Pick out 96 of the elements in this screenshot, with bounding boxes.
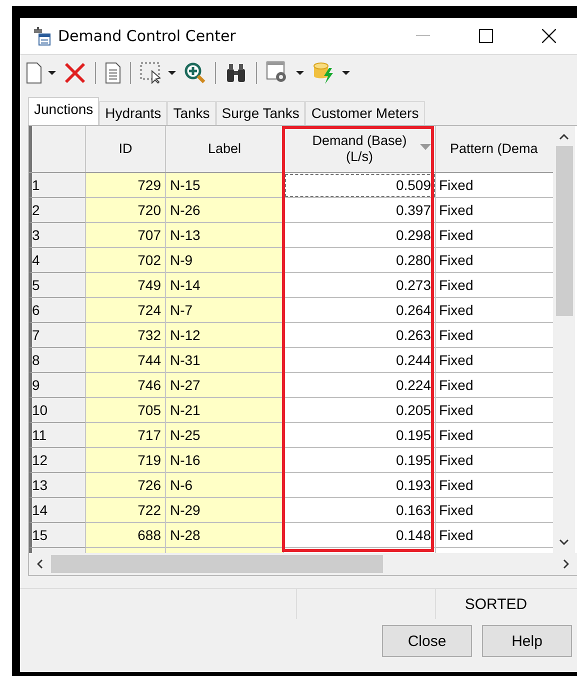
table-cell[interactable]: 0.273	[284, 273, 436, 298]
table-cell[interactable]: 0.193	[284, 473, 436, 498]
tab[interactable]: Tanks	[167, 101, 216, 125]
scroll-up-icon[interactable]	[559, 134, 569, 140]
vertical-scrollbar[interactable]	[553, 126, 575, 553]
binoculars-icon[interactable]	[225, 63, 247, 83]
row-number-cell[interactable]: 13	[29, 473, 86, 498]
new-document-icon[interactable]	[26, 62, 42, 84]
table-cell: 720	[86, 198, 166, 223]
table-cell[interactable]: 0.280	[284, 248, 436, 273]
table-cell: N-21	[166, 398, 284, 423]
tab[interactable]: Hydrants	[99, 101, 168, 125]
table-cell: 719	[86, 448, 166, 473]
scroll-right-icon[interactable]	[563, 559, 569, 569]
report-icon[interactable]	[105, 62, 121, 84]
row-number-cell[interactable]: 5	[29, 273, 86, 298]
row-number-cell[interactable]: 9	[29, 373, 86, 398]
table-cell: N-28	[166, 523, 284, 548]
table-cell[interactable]: 0.148	[284, 523, 436, 548]
table-cell: N-7	[166, 298, 284, 323]
tab[interactable]: Surge Tanks	[216, 101, 306, 125]
table-cell[interactable]: 0.224	[284, 373, 436, 398]
table-cell: 688	[86, 523, 166, 548]
selection-icon[interactable]	[140, 62, 162, 84]
dropdown-caret-icon[interactable]	[48, 71, 56, 75]
table-cell[interactable]: 0.298	[284, 223, 436, 248]
dropdown-caret-icon[interactable]	[342, 71, 350, 75]
row-number-cell[interactable]: 2	[29, 198, 86, 223]
column-header[interactable]: Label	[166, 126, 284, 172]
table-cell: N-14	[166, 273, 284, 298]
table-cell[interactable]: 0.205	[284, 398, 436, 423]
table-cell: 717	[86, 423, 166, 448]
dropdown-caret-icon[interactable]	[168, 71, 176, 75]
table-cell: 749	[86, 273, 166, 298]
table-cell: N-16	[166, 448, 284, 473]
table-cell: N-25	[166, 423, 284, 448]
row-number-cell[interactable]: 4	[29, 248, 86, 273]
table-cell[interactable]: 0.195	[284, 423, 436, 448]
delete-icon[interactable]	[64, 62, 86, 84]
row-number-cell[interactable]: 3	[29, 223, 86, 248]
table-cell: 732	[86, 323, 166, 348]
row-number-cell[interactable]: 1	[29, 173, 86, 198]
table-cell: N-9	[166, 248, 284, 273]
dropdown-caret-icon[interactable]	[296, 71, 304, 75]
table-cell: 707	[86, 223, 166, 248]
dialog-button[interactable]: Help	[482, 625, 572, 657]
table-cell: 724	[86, 298, 166, 323]
table-cell: N-26	[166, 198, 284, 223]
tab[interactable]: Junctions	[28, 97, 100, 125]
table-cell[interactable]: 0.263	[284, 323, 436, 348]
table-cell: 705	[86, 398, 166, 423]
row-number-cell[interactable]: 11	[29, 423, 86, 448]
status-text: SORTED	[464, 596, 528, 612]
tab[interactable]: Customer Meters	[305, 101, 425, 125]
row-number-cell[interactable]: 8	[29, 348, 86, 373]
table-cell: N-31	[166, 348, 284, 373]
row-number-cell[interactable]: 10	[29, 398, 86, 423]
table-cell: N-13	[166, 223, 284, 248]
table-cell: N-15	[166, 173, 284, 198]
column-header-label: Label	[208, 141, 242, 157]
table-cell[interactable]: 0.397	[284, 198, 436, 223]
column-header-label: ID	[118, 141, 132, 157]
dialog-button[interactable]: Close	[382, 625, 472, 657]
zoom-in-icon[interactable]	[184, 62, 206, 84]
table-cell: 744	[86, 348, 166, 373]
database-lightning-icon[interactable]	[312, 61, 336, 85]
table-cell[interactable]: 0.163	[284, 498, 436, 523]
row-number-cell[interactable]: 14	[29, 498, 86, 523]
scroll-down-icon[interactable]	[559, 539, 569, 545]
row-number-cell[interactable]: 12	[29, 448, 86, 473]
table-cell[interactable]: 0.244	[284, 348, 436, 373]
table-cell: N-6	[166, 473, 284, 498]
table-cell[interactable]: 0.509	[284, 173, 436, 198]
table-cell: 729	[86, 173, 166, 198]
table-cell: 722	[86, 498, 166, 523]
maximize-icon[interactable]	[479, 29, 493, 43]
table-cell: 746	[86, 373, 166, 398]
table-cell[interactable]: 0.195	[284, 448, 436, 473]
table-cell: 702	[86, 248, 166, 273]
window-title: Demand Control Center	[58, 27, 236, 45]
table-cell[interactable]: 0.264	[284, 298, 436, 323]
table-cell: N-12	[166, 323, 284, 348]
column-header-label: Pattern (Dema	[450, 141, 538, 157]
column-header-label: Demand (Base) (L/s)	[312, 133, 407, 165]
row-number-cell[interactable]: 7	[29, 323, 86, 348]
faucet-table-icon	[32, 26, 52, 46]
table-cell: N-29	[166, 498, 284, 523]
horizontal-scrollbar[interactable]	[29, 553, 577, 575]
table-cell: N-27	[166, 373, 284, 398]
column-header[interactable]: Demand (Base) (L/s)	[284, 126, 436, 172]
row-number-cell[interactable]: 6	[29, 298, 86, 323]
scroll-left-icon[interactable]	[37, 559, 43, 569]
close-icon[interactable]	[542, 29, 556, 43]
row-number-cell[interactable]: 15	[29, 523, 86, 548]
column-header[interactable]: ID	[86, 126, 166, 172]
table-cell: 726	[86, 473, 166, 498]
